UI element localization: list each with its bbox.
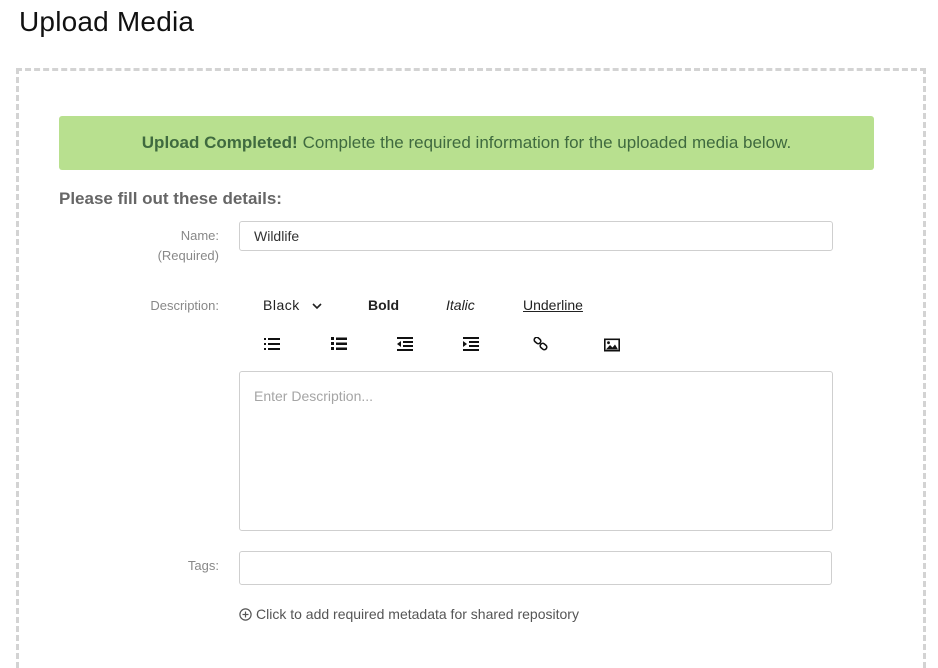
image-icon[interactable] [604,338,620,352]
add-metadata-link[interactable]: Click to add required metadata for share… [239,606,579,622]
tags-label: Tags: [187,558,219,573]
description-textarea[interactable] [239,371,833,531]
name-label-text: Name: [180,228,219,243]
alert-strong-text: Upload Completed! [141,133,298,152]
indent-icon[interactable] [463,337,479,351]
name-label: Name: (Required) [158,226,219,266]
link-icon[interactable] [533,337,549,351]
name-input[interactable] [239,221,833,251]
underline-button[interactable]: Underline [523,295,583,315]
bullet-list-icon[interactable] [331,337,347,351]
text-color-dropdown[interactable]: Black [263,295,322,315]
text-color-value: Black [263,297,300,313]
plus-circle-icon [239,607,252,621]
outdent-icon[interactable] [397,337,413,351]
italic-button[interactable]: Italic [446,295,475,315]
name-required-text: (Required) [157,248,219,263]
alert-message: Complete the required information for th… [302,133,792,152]
add-metadata-link-text: Click to add required metadata for share… [256,606,579,622]
page-title: Upload Media [19,6,195,37]
ordered-list-icon[interactable] [264,337,280,351]
form-heading: Please fill out these details: [59,189,282,208]
bold-button[interactable]: Bold [368,295,399,315]
description-label: Description: [150,298,219,313]
tags-input[interactable] [239,551,832,585]
upload-success-alert: Upload Completed! Complete the required … [59,116,874,170]
chevron-down-icon [312,303,322,310]
